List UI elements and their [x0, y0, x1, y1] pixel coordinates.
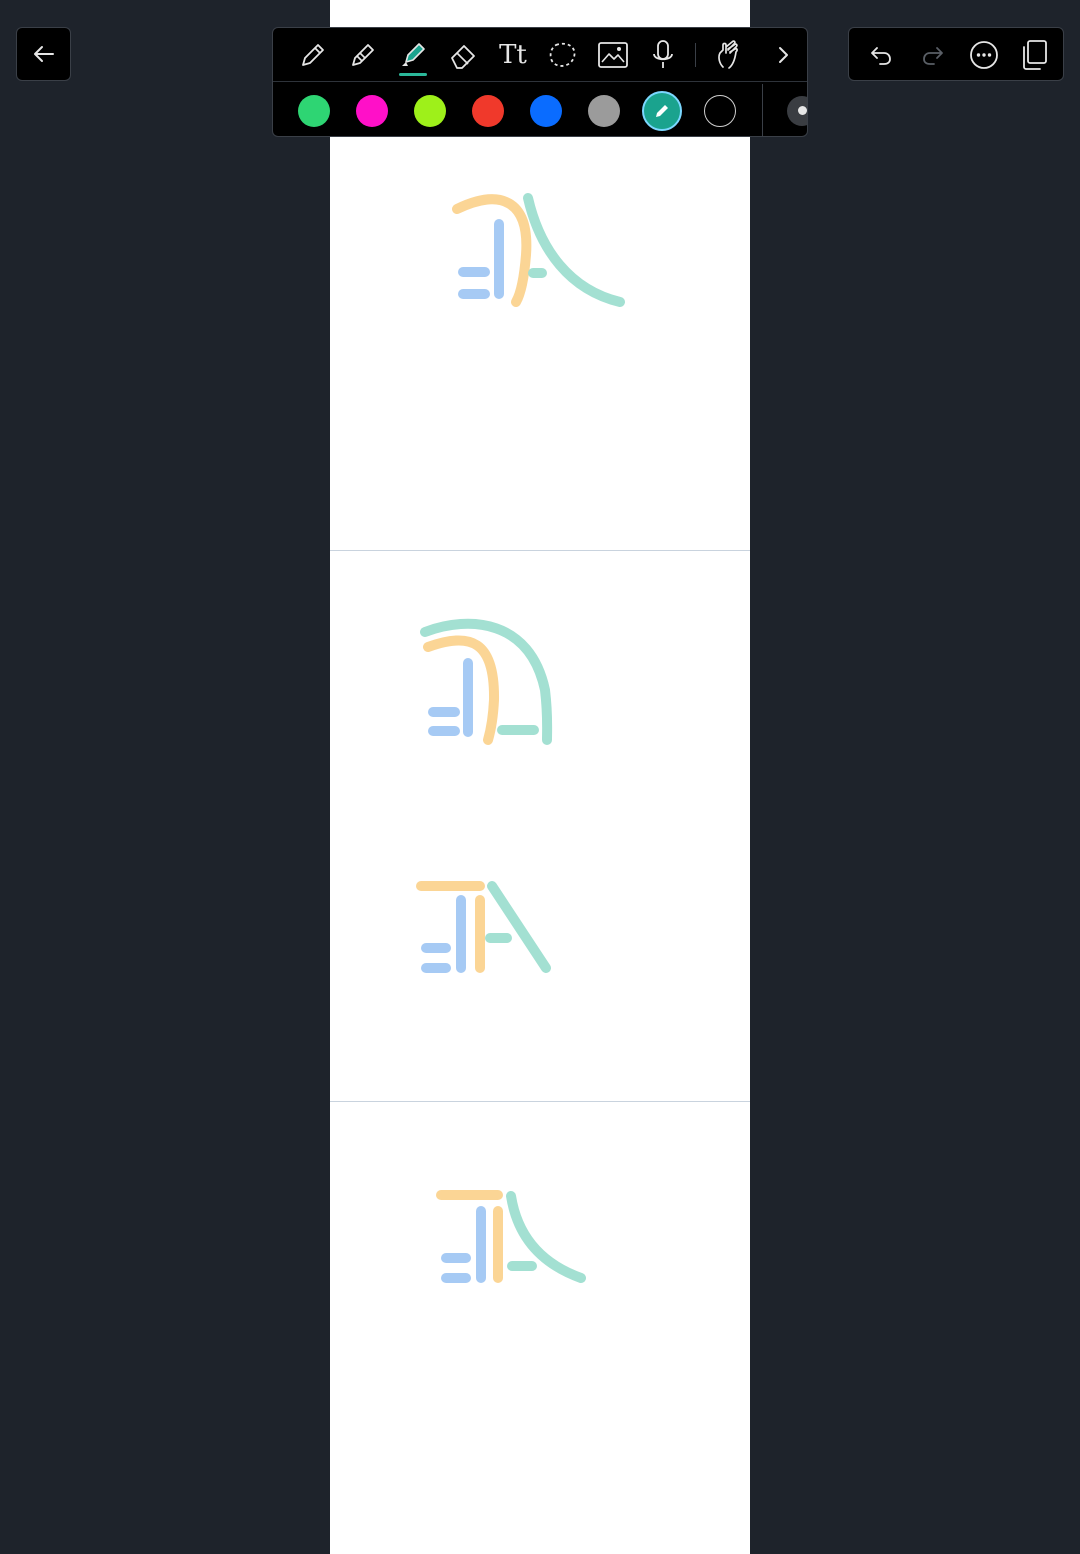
redo-icon [923, 47, 943, 65]
highlighter-tool-button[interactable] [395, 37, 431, 73]
more-horizontal-icon [970, 41, 998, 69]
color-swatch-teal-selected[interactable] [642, 91, 682, 131]
color-swatch-gray[interactable] [588, 95, 620, 127]
pencil-tool-button[interactable] [345, 37, 381, 73]
eraser-tool-button[interactable] [445, 37, 481, 73]
undo-icon [871, 47, 891, 65]
color-swatch-lime[interactable] [414, 95, 446, 127]
pen-tool-button[interactable] [295, 37, 331, 73]
lasso-tool-button[interactable] [545, 37, 581, 73]
text-icon: Tt [499, 40, 527, 70]
color-row-separator [762, 84, 763, 136]
edit-color-icon [656, 105, 668, 117]
redo-button[interactable] [915, 37, 951, 73]
undo-button[interactable] [863, 37, 899, 73]
sketch-4 [436, 1190, 586, 1283]
lasso-icon [549, 42, 576, 67]
pencil-icon [352, 44, 374, 66]
microphone-icon [653, 40, 673, 68]
active-tool-indicator [399, 73, 427, 76]
more-button[interactable] [966, 37, 1002, 73]
sketch-3 [416, 881, 551, 973]
image-tool-button[interactable] [595, 37, 631, 73]
color-swatch-blue[interactable] [530, 95, 562, 127]
eraser-icon [451, 45, 475, 69]
color-swatch-black[interactable] [704, 95, 736, 127]
highlighter-icon [402, 43, 425, 66]
pages-icon [1023, 40, 1047, 70]
hand-icon [718, 40, 738, 69]
color-swatch-magenta[interactable] [356, 95, 388, 127]
more-tools-button[interactable] [765, 37, 801, 73]
text-tool-button[interactable]: Tt [495, 37, 531, 73]
pen-icon [302, 44, 324, 66]
hand-tool-button[interactable] [711, 37, 747, 73]
tool-row: Tt [273, 28, 807, 82]
sketch-2 [420, 618, 553, 745]
color-swatch-red[interactable] [472, 95, 504, 127]
color-swatch-green[interactable] [298, 95, 330, 127]
arrow-left-icon [33, 46, 54, 62]
sketch-1 [452, 193, 625, 307]
toolbar-separator [695, 43, 696, 67]
header-actions [848, 27, 1064, 81]
handwriting-strokes [416, 193, 625, 1283]
voice-tool-button[interactable] [645, 37, 681, 73]
drawing-toolbar: Tt [272, 27, 808, 137]
pages-button[interactable] [1016, 37, 1052, 73]
stroke-size-dot [798, 106, 807, 115]
chevron-right-icon [779, 47, 788, 63]
back-button[interactable] [16, 27, 71, 81]
image-icon [598, 42, 628, 68]
